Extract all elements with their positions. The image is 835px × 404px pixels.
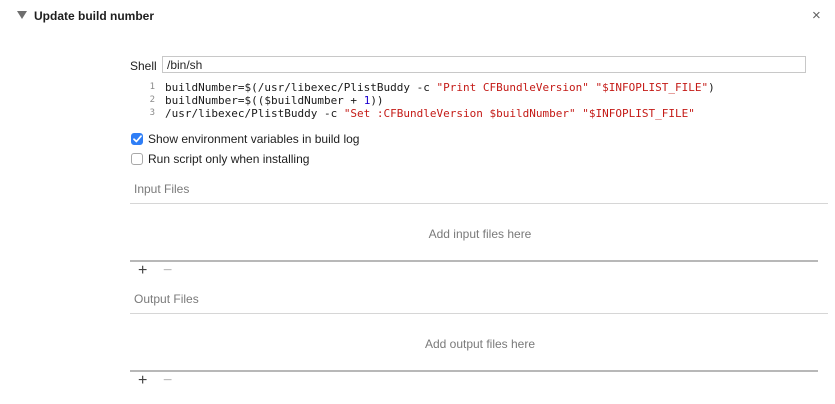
line-code[interactable]: buildNumber=$(/usr/libexec/PlistBuddy -c… xyxy=(165,81,715,94)
input-files-divider xyxy=(130,203,828,204)
input-files-placeholder: Add input files here xyxy=(428,227,532,241)
add-input-file-button[interactable]: + xyxy=(138,263,147,279)
phase-title: Update build number xyxy=(34,9,154,23)
code-token-string: "$INFOPLIST_FILE" xyxy=(595,81,709,94)
output-files-bottom-divider xyxy=(130,370,818,372)
code-token-plain: /usr/libexec/PlistBuddy -c xyxy=(165,107,344,120)
code-token-string: "Set :CFBundleVersion $buildNumber" xyxy=(343,107,576,120)
disclosure-triangle-icon[interactable] xyxy=(17,11,27,19)
code-token-plain: ) xyxy=(708,81,715,94)
code-token-plain: buildNumber=$(/usr/libexec/PlistBuddy -c xyxy=(165,81,437,94)
line-number: 2 xyxy=(149,95,155,105)
script-editor[interactable]: 1 buildNumber=$(/usr/libexec/PlistBuddy -… xyxy=(131,81,771,120)
add-output-file-button[interactable]: + xyxy=(138,373,147,389)
remove-output-file-button[interactable]: − xyxy=(163,373,172,389)
show-env-vars-checkbox-row[interactable]: Show environment variables in build log xyxy=(131,132,359,146)
code-token-plain: buildNumber=$(($buildNumber + xyxy=(165,94,364,107)
close-icon[interactable]: × xyxy=(812,8,821,24)
checkmark-icon xyxy=(132,135,142,143)
line-number: 3 xyxy=(149,108,155,118)
run-only-installing-checkbox-row[interactable]: Run script only when installing xyxy=(131,152,309,166)
shell-input[interactable] xyxy=(162,56,806,73)
script-line[interactable]: 1 buildNumber=$(/usr/libexec/PlistBuddy -… xyxy=(131,81,771,94)
code-token-string: "Print CFBundleVersion" xyxy=(436,81,589,94)
remove-input-file-button[interactable]: − xyxy=(163,263,172,279)
line-code[interactable]: /usr/libexec/PlistBuddy -c "Set :CFBundl… xyxy=(165,107,695,120)
run-only-installing-label: Run script only when installing xyxy=(148,152,310,166)
script-line[interactable]: 2 buildNumber=$(($buildNumber + 1)) xyxy=(131,94,771,107)
code-token-plain: )) xyxy=(370,94,384,107)
code-token-string: "$INFOPLIST_FILE" xyxy=(582,107,695,120)
run-only-installing-checkbox[interactable] xyxy=(131,153,143,165)
output-files-divider xyxy=(130,313,828,314)
input-files-bottom-divider xyxy=(130,260,818,262)
shell-label: Shell xyxy=(130,59,157,73)
show-env-vars-label: Show environment variables in build log xyxy=(148,132,360,146)
line-number: 1 xyxy=(149,82,155,92)
show-env-vars-checkbox[interactable] xyxy=(131,133,143,145)
line-code[interactable]: buildNumber=$(($buildNumber + 1)) xyxy=(165,94,384,107)
output-files-label: Output Files xyxy=(134,292,199,306)
output-files-placeholder: Add output files here xyxy=(424,337,536,351)
input-files-label: Input Files xyxy=(134,182,190,196)
script-line[interactable]: 3/usr/libexec/PlistBuddy -c "Set :CFBund… xyxy=(131,107,771,120)
